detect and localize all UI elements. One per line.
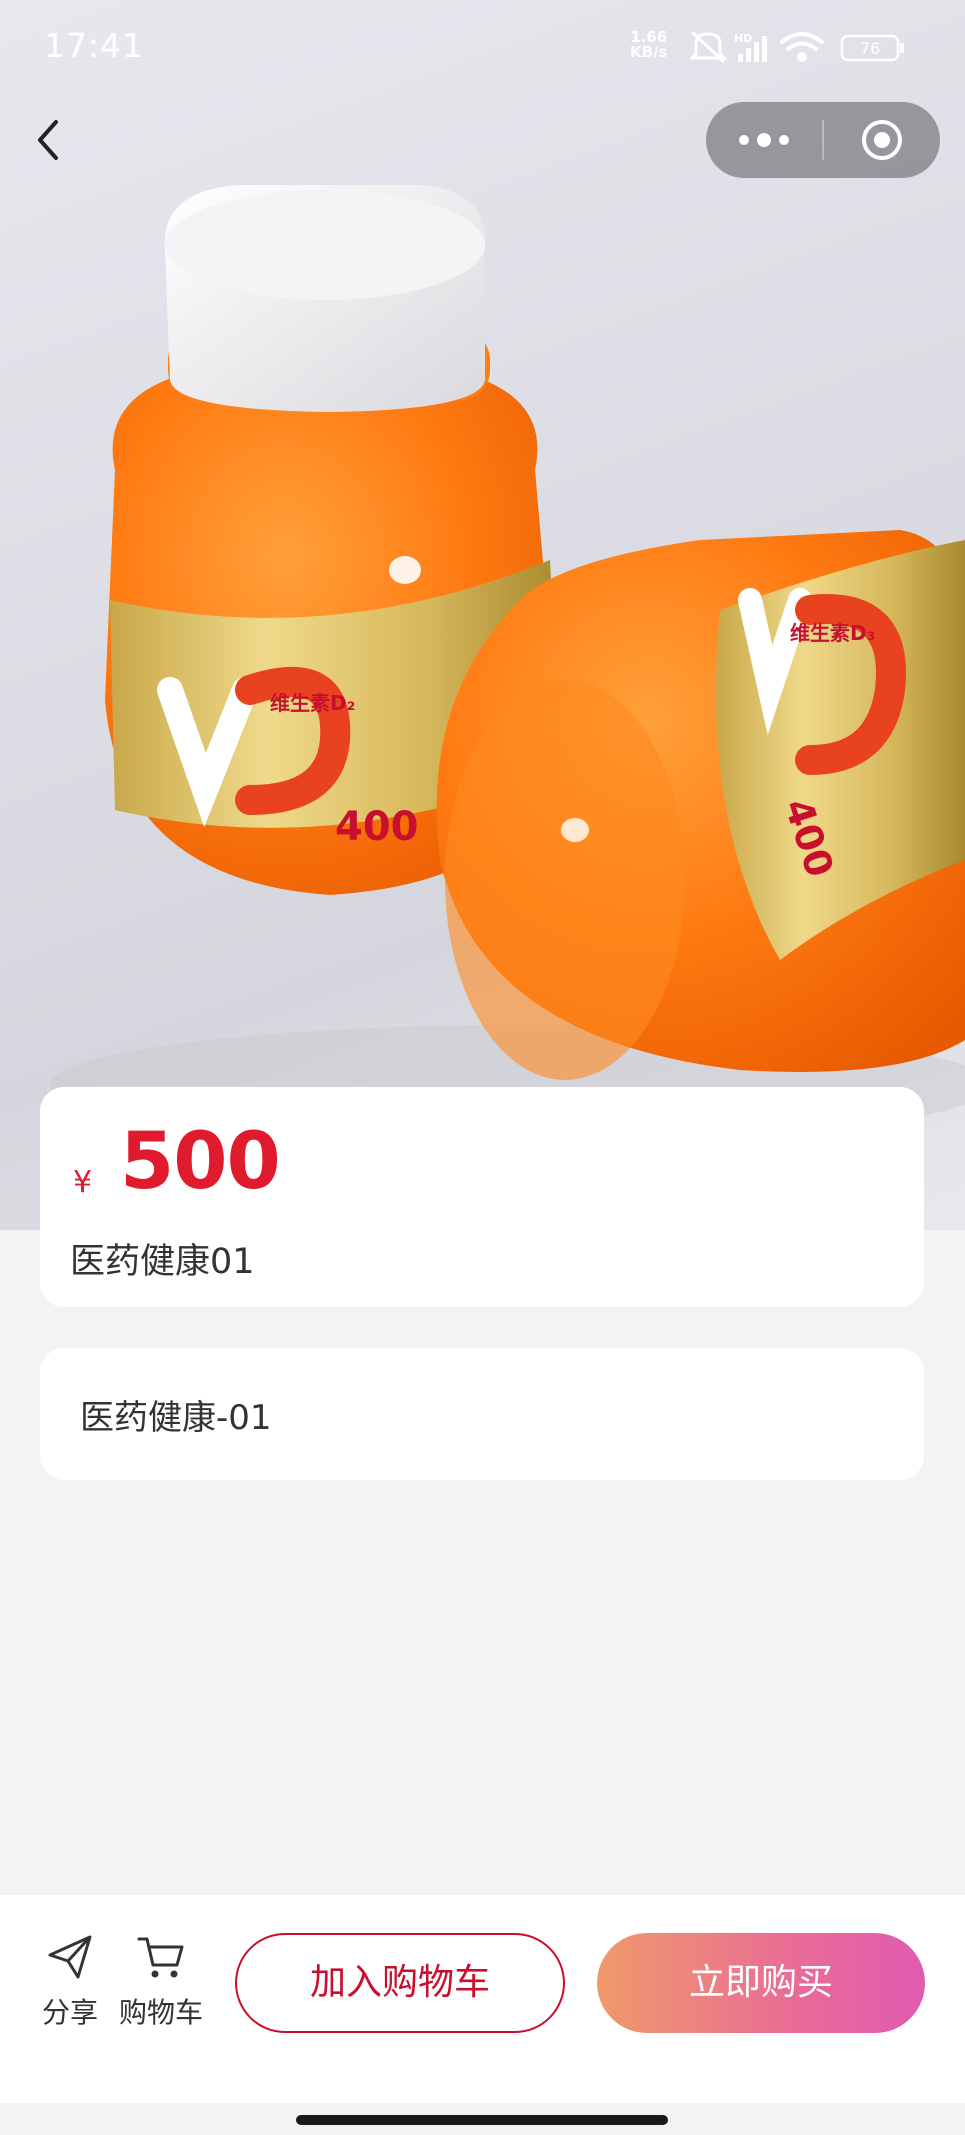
cart-nav-button[interactable]: 购物车	[116, 1933, 206, 2031]
network-speed: 1.66 KB/s	[630, 30, 667, 60]
currency-symbol: ¥	[73, 1165, 93, 1200]
buy-now-button[interactable]: 立即购买	[597, 1933, 925, 2033]
status-time: 17:41	[44, 26, 145, 65]
cart-label: 购物车	[118, 1996, 203, 2029]
product-price: 500	[120, 1117, 281, 1207]
speed-unit: KB/s	[630, 43, 668, 61]
network-type: HD	[734, 32, 752, 45]
mini-program-capsule	[706, 102, 940, 178]
back-arrow-icon	[38, 120, 58, 160]
status-bar: 17:41 1.66 KB/s HD 76	[0, 0, 965, 96]
battery-icon: 76	[840, 34, 904, 62]
bottle1-label-vd2: 维生素D₂	[270, 691, 355, 715]
share-button[interactable]: 分享	[38, 1933, 102, 2031]
description-card: 医药健康-01	[40, 1348, 924, 1480]
bottle1-label-400: 400	[335, 804, 419, 850]
product-image: 维生素D₂ 400 维生素D₃ 400	[0, 0, 965, 1230]
price-card: ¥ 500 医药健康01	[40, 1087, 924, 1307]
back-button[interactable]	[30, 112, 80, 168]
close-target-icon[interactable]	[824, 102, 940, 178]
wifi-icon	[780, 32, 824, 62]
share-label: 分享	[41, 1996, 98, 2029]
more-dots-icon[interactable]	[706, 102, 822, 178]
home-indicator[interactable]	[296, 2115, 668, 2125]
status-icons: HD 76	[688, 28, 930, 72]
bottle2-label-vd3: 维生素D₃	[790, 621, 875, 645]
cart-icon	[137, 1937, 184, 1978]
mute-icon	[688, 30, 728, 64]
product-name: 医药健康01	[70, 1242, 255, 1282]
product-photo: 维生素D₂ 400 维生素D₃ 400	[50, 185, 965, 1145]
battery-level: 76	[860, 39, 880, 58]
add-to-cart-button[interactable]: 加入购物车	[235, 1933, 565, 2033]
bottom-action-bar: 分享 购物车 加入购物车 立即购买	[0, 1895, 965, 2103]
product-description: 医药健康-01	[80, 1398, 272, 1438]
share-icon	[48, 1935, 92, 1979]
